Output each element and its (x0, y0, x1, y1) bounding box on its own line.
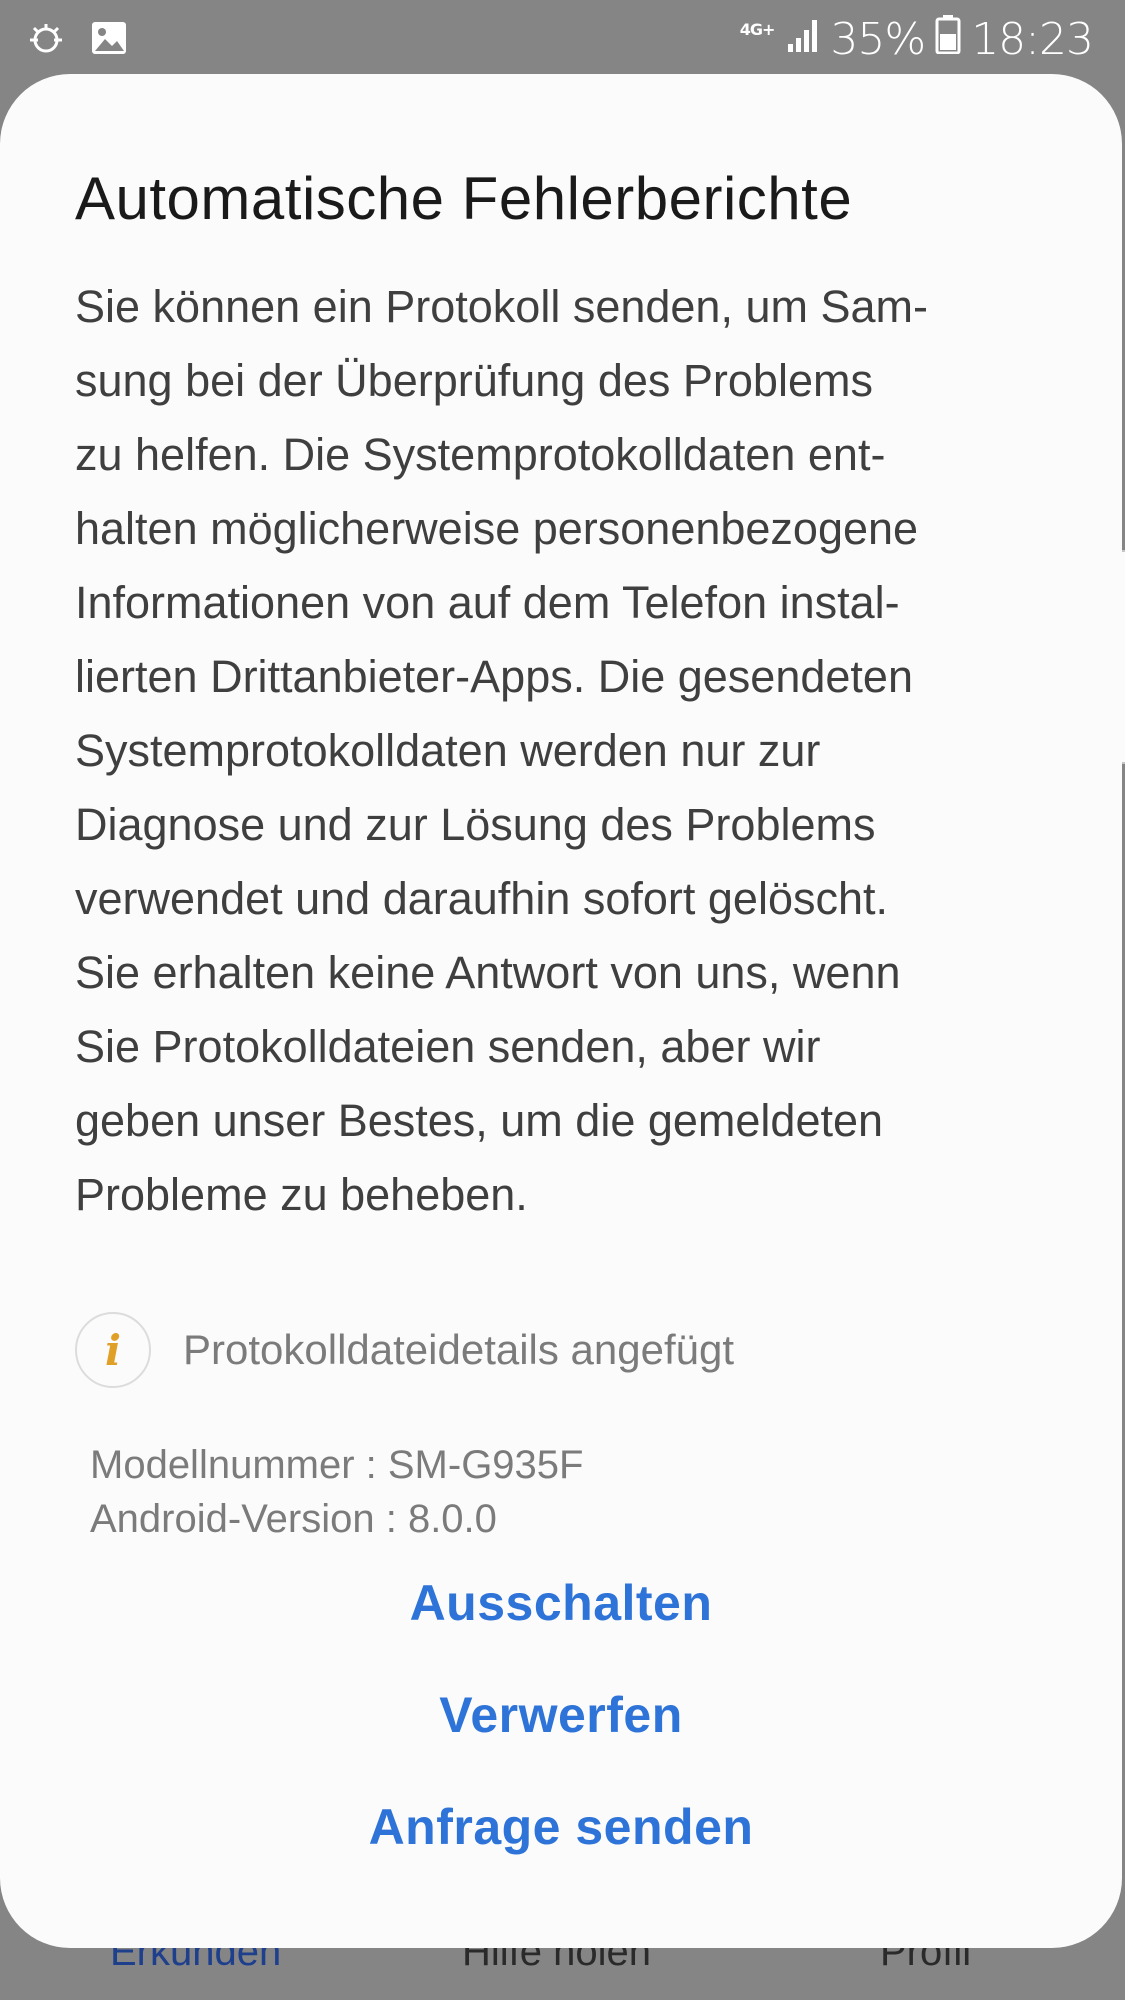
status-right: 4G+ 35% 18:23 (739, 14, 1094, 65)
clock: 18:23 (971, 14, 1094, 65)
status-bar: 4G+ 35% 18:23 (0, 0, 1125, 76)
attachment-row: i Protokolldateidetails angefügt (75, 1312, 734, 1388)
battery-icon (935, 14, 961, 65)
send-request-button[interactable]: Anfrage senden (0, 1798, 1122, 1856)
network-type: 4G+ (739, 19, 776, 39)
android-version: Android-Version : 8.0.0 (90, 1497, 497, 1541)
attachment-label: Protokolldateidetails angefügt (183, 1326, 735, 1373)
dialog-title: Automatische Fehlerberichte (75, 165, 853, 232)
model-number: Modellnummer : SM-G935F (90, 1443, 584, 1487)
turn-off-button[interactable]: Ausschalten (0, 1574, 1122, 1632)
signal-icon (786, 14, 820, 65)
error-report-dialog: Automatische Fehlerberichte Sie können e… (0, 74, 1122, 1948)
device-info: Modellnummer : SM-G935F Android-Version … (90, 1438, 583, 1546)
dialog-body-text: Sie können ein Protokoll senden, um Sam-… (75, 281, 928, 1220)
sync-icon (24, 18, 68, 63)
info-icon: i (75, 1312, 151, 1388)
image-icon (90, 20, 128, 61)
battery-percentage: 35% (830, 14, 926, 65)
status-left (24, 18, 128, 63)
discard-button[interactable]: Verwerfen (0, 1686, 1122, 1744)
